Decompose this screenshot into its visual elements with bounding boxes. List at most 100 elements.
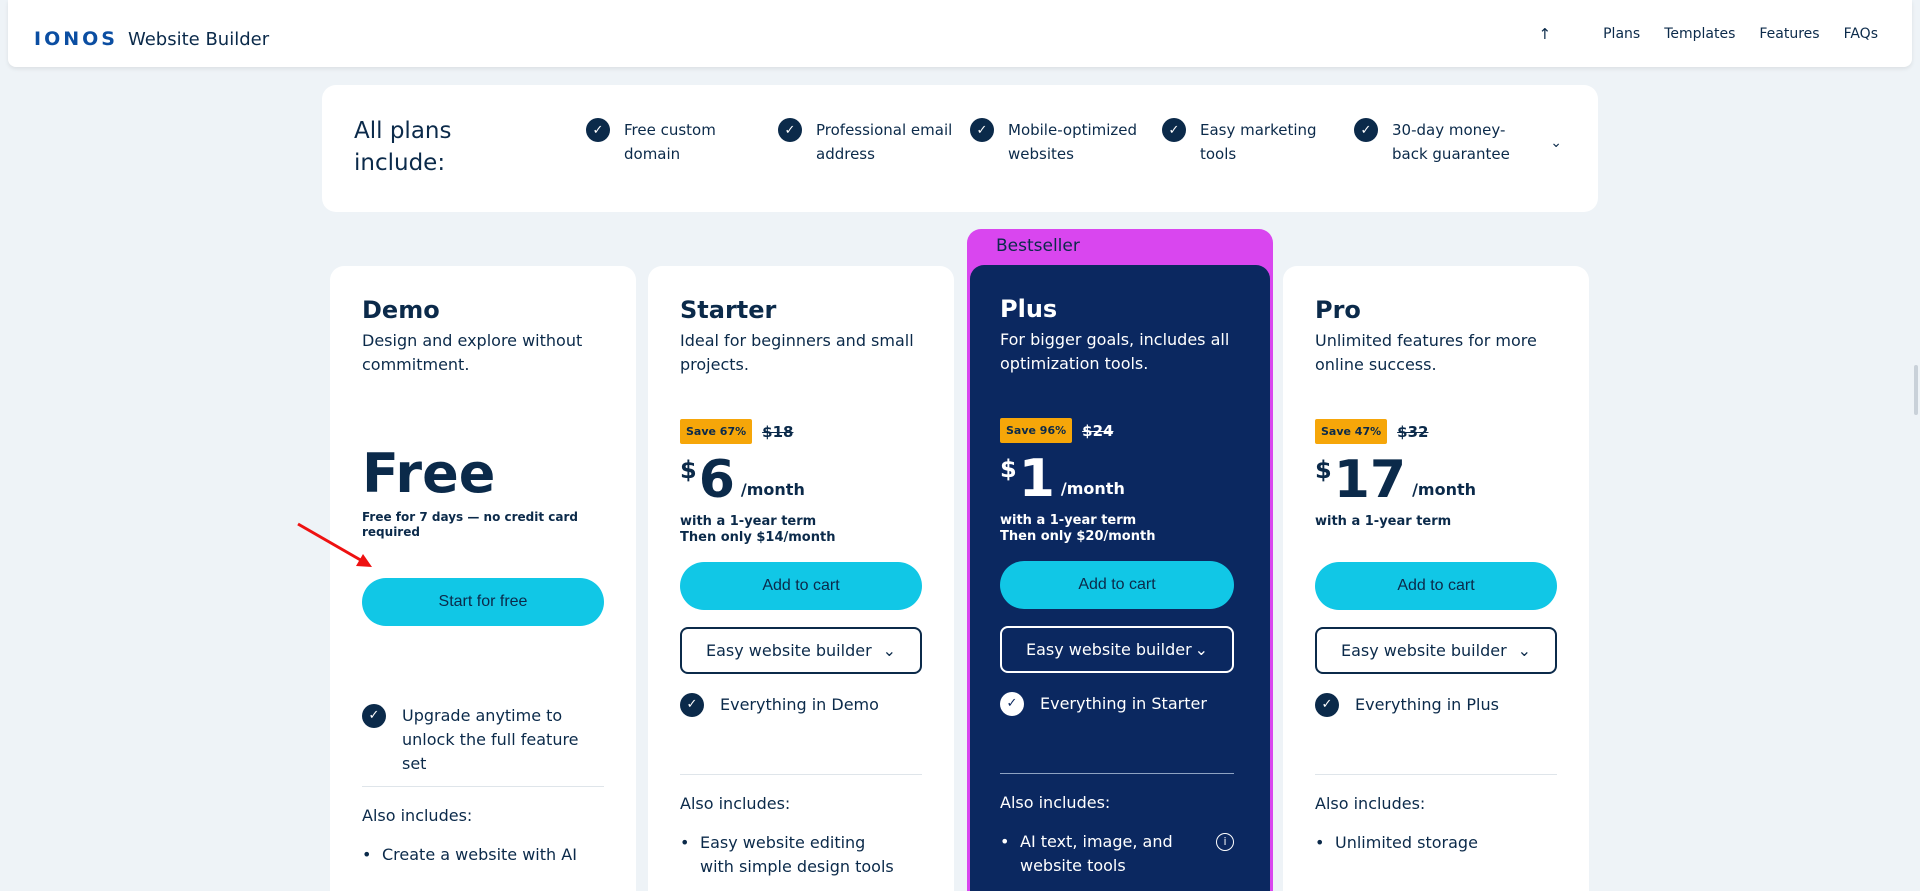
term-line: Then only $14/month	[680, 530, 836, 545]
also-includes-label: Also includes:	[1315, 794, 1426, 813]
plan-description: For bigger goals, includes all optimizat…	[1000, 330, 1230, 373]
include-item-label: 30-day money-back guarantee	[1392, 121, 1510, 163]
builder-select[interactable]: Easy website builder ⌄	[680, 627, 922, 674]
divider	[1315, 774, 1557, 775]
plan-description: Design and explore without commitment.	[362, 331, 583, 374]
select-value: Easy website builder	[706, 641, 872, 660]
list-item-label: Unlimited storage	[1335, 833, 1478, 852]
check-icon: ✓	[680, 693, 704, 717]
select-value: Easy website builder	[1026, 640, 1192, 659]
plan-name: Demo	[362, 296, 440, 324]
old-price: $32	[1397, 422, 1429, 441]
term-line: with a 1-year term	[680, 514, 817, 529]
old-price: $18	[762, 422, 794, 441]
arrow-up-icon[interactable]: ↑	[1539, 25, 1552, 43]
discount-row: Save 96% $24	[1000, 418, 1113, 443]
plan-feature: ✓ Everything in Plus	[1315, 693, 1499, 717]
include-item-label: Mobile-optimized websites	[1008, 121, 1138, 163]
currency-symbol: $	[1000, 455, 1017, 483]
plan-card-pro: Pro Unlimited features for more online s…	[1283, 266, 1589, 891]
check-icon: ✓	[1354, 118, 1378, 142]
save-badge: Save 47%	[1315, 419, 1388, 444]
price-note: Free for 7 days — no credit card require…	[362, 510, 578, 539]
price-period: /month	[1412, 480, 1477, 499]
term-note: with a 1-year term Then only $20/month	[1000, 513, 1155, 545]
logo-product: Website Builder	[127, 28, 270, 50]
check-icon: ✓	[1315, 693, 1339, 717]
red-arrow-annotation	[297, 522, 372, 567]
also-includes-label: Also includes:	[1000, 793, 1111, 812]
price-row: $ 1 /month	[1000, 451, 1125, 507]
scrollbar-thumb[interactable]	[1914, 365, 1918, 415]
add-to-cart-button[interactable]: Add to cart	[680, 562, 922, 610]
logo-brand: IONOS	[34, 28, 118, 50]
include-item: ✓ Easy marketing tools	[1162, 118, 1320, 166]
check-icon: ✓	[362, 704, 386, 728]
price-period: /month	[740, 480, 805, 499]
nav-templates[interactable]: Templates	[1664, 26, 1735, 42]
term-line: with a 1-year term	[1315, 514, 1452, 529]
check-icon: ✓	[778, 118, 802, 142]
plan-card-plus: Plus For bigger goals, includes all opti…	[970, 265, 1270, 891]
plan-price: Free	[362, 442, 496, 505]
plan-card-demo: Demo Design and explore without commitme…	[330, 266, 636, 891]
plan-name: Starter	[680, 296, 777, 324]
price-row: $ 6 /month	[680, 452, 805, 508]
check-icon: ✓	[970, 118, 994, 142]
builder-select[interactable]: Easy website builder ⌄	[1315, 627, 1557, 674]
divider	[680, 774, 922, 775]
discount-row: Save 47% $32	[1315, 419, 1428, 444]
check-icon: ✓	[1000, 692, 1024, 716]
plan-name: Pro	[1315, 296, 1361, 324]
start-for-free-button[interactable]: Start for free	[362, 578, 604, 626]
add-to-cart-button[interactable]: Add to cart	[1315, 562, 1557, 610]
price-amount: 17	[1333, 450, 1407, 510]
include-item-label: Easy marketing tools	[1200, 121, 1317, 163]
feature-label: Everything in Starter	[1040, 694, 1207, 713]
term-line: with a 1-year term	[1000, 513, 1137, 528]
also-includes-label: Also includes:	[680, 794, 791, 813]
info-icon[interactable]: i	[1216, 833, 1234, 851]
price-amount: 1	[1018, 449, 1055, 509]
currency-symbol: $	[1315, 456, 1332, 484]
include-item-label: Professional email address	[816, 121, 953, 163]
chevron-down-icon: ⌄	[1517, 641, 1531, 660]
plan-feature: ✓ Everything in Demo	[680, 693, 879, 717]
nav-faqs[interactable]: FAQs	[1844, 26, 1878, 42]
all-plans-include-panel: All plans include: ✓ Free custom domain …	[322, 85, 1598, 212]
list-item: • Easy website editing with simple design…	[680, 831, 900, 879]
top-nav-bar: IONOS Website Builder ↑ Plans Templates …	[8, 0, 1912, 67]
check-icon: ✓	[586, 118, 610, 142]
include-item-label: Free custom domain	[624, 121, 716, 163]
plan-name: Plus	[1000, 295, 1058, 323]
list-item: • Unlimited storage	[1315, 831, 1478, 855]
term-note: with a 1-year term	[1315, 514, 1451, 530]
currency-symbol: $	[680, 456, 697, 484]
builder-select[interactable]: Easy website builder ⌄	[1000, 626, 1234, 673]
feature-label: Everything in Plus	[1355, 695, 1499, 714]
nav-features[interactable]: Features	[1759, 26, 1819, 42]
bestseller-label: Bestseller	[996, 236, 1080, 256]
list-item-label: AI text, image, and website tools	[1020, 832, 1173, 875]
term-line: Then only $20/month	[1000, 529, 1156, 544]
term-note: with a 1-year term Then only $14/month	[680, 514, 835, 546]
include-item: ✓ Free custom domain	[586, 118, 764, 166]
list-item-label: Easy website editing with simple design …	[700, 833, 894, 876]
include-item: ✓ Professional email address	[778, 118, 956, 166]
divider	[1000, 773, 1234, 774]
nav-plans[interactable]: Plans	[1603, 26, 1640, 42]
ionos-logo[interactable]: IONOS Website Builder	[34, 26, 269, 52]
chevron-down-icon[interactable]: ⌄	[1550, 135, 1562, 151]
price-amount: 6	[698, 450, 735, 510]
also-includes-label: Also includes:	[362, 806, 473, 825]
add-to-cart-button[interactable]: Add to cart	[1000, 561, 1234, 609]
plan-description: Ideal for beginners and small projects.	[680, 331, 914, 374]
list-item: • AI text, image, and website tools i	[1000, 830, 1234, 878]
plan-description: Unlimited features for more online succe…	[1315, 331, 1537, 374]
old-price: $24	[1082, 421, 1114, 440]
check-icon: ✓	[1162, 118, 1186, 142]
list-item-label: Create a website with AI	[382, 845, 577, 864]
list-item: • Create a website with AI	[362, 843, 577, 867]
select-value: Easy website builder	[1341, 641, 1507, 660]
price-period: /month	[1060, 479, 1125, 498]
